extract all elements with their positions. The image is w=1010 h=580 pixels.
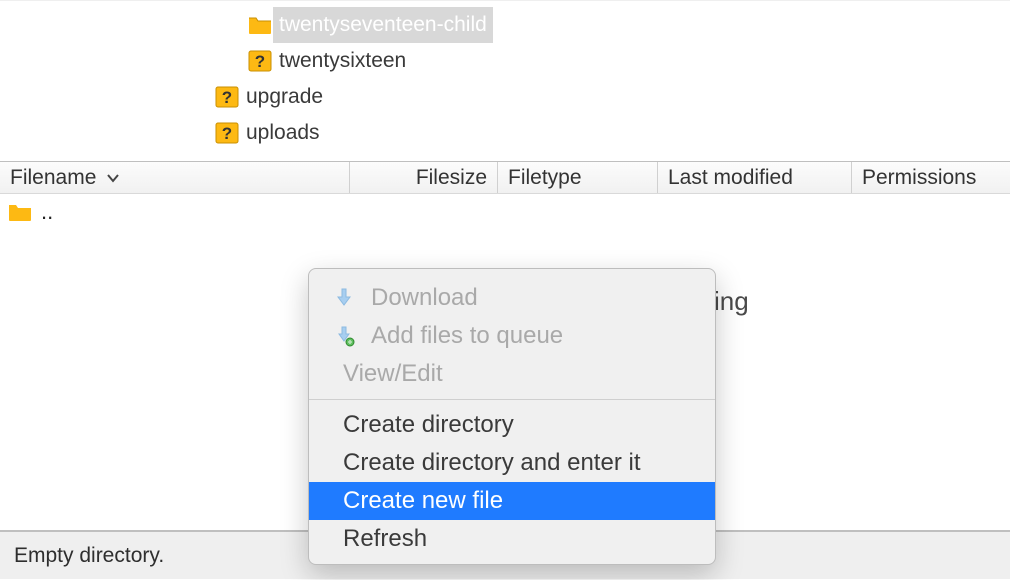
- svg-text:?: ?: [222, 88, 232, 107]
- column-header-filesize[interactable]: Filesize: [350, 162, 498, 193]
- menu-item-add-to-queue: Add files to queue: [309, 317, 715, 355]
- menu-label: Download: [371, 284, 478, 312]
- column-header-filename[interactable]: Filename: [0, 162, 350, 193]
- folder-tree: twentyseventeen-child ? twentysixteen ? …: [0, 0, 1010, 162]
- context-menu: Download Add files to queue View/Edit Cr…: [308, 268, 716, 565]
- folder-icon: [247, 13, 273, 37]
- parent-directory-row[interactable]: ..: [0, 194, 1010, 230]
- tree-item-twentysixteen[interactable]: ? twentysixteen: [247, 44, 406, 78]
- menu-label: Create new file: [343, 487, 503, 515]
- menu-item-view-edit: View/Edit: [309, 355, 715, 393]
- add-to-queue-icon: [333, 323, 361, 349]
- column-label: Filename: [10, 166, 96, 190]
- download-icon: [333, 285, 361, 311]
- unknown-folder-icon: ?: [214, 85, 240, 109]
- menu-separator: [309, 399, 715, 400]
- column-label: Filetype: [508, 166, 582, 190]
- column-label: Filesize: [416, 166, 487, 190]
- svg-text:?: ?: [222, 124, 232, 143]
- menu-label: Create directory: [343, 411, 514, 439]
- column-header-filetype[interactable]: Filetype: [498, 162, 658, 193]
- column-header-permissions[interactable]: Permissions: [852, 162, 1010, 193]
- tree-item-upgrade[interactable]: ? upgrade: [214, 80, 323, 114]
- unknown-folder-icon: ?: [214, 121, 240, 145]
- tree-item-label: upgrade: [240, 80, 323, 114]
- menu-item-download: Download: [309, 279, 715, 317]
- chevron-down-icon: [106, 171, 120, 185]
- menu-item-create-directory[interactable]: Create directory: [309, 406, 715, 444]
- menu-item-refresh[interactable]: Refresh: [309, 520, 715, 558]
- tree-item-twentyseventeen-child[interactable]: twentyseventeen-child: [247, 8, 493, 42]
- column-label: Permissions: [862, 166, 976, 190]
- status-text: Empty directory.: [14, 544, 164, 568]
- menu-label: Refresh: [343, 525, 427, 553]
- tree-item-label: uploads: [240, 116, 320, 150]
- menu-label: View/Edit: [343, 360, 443, 388]
- tree-item-label: twentyseventeen-child: [273, 7, 493, 43]
- menu-item-create-new-file[interactable]: Create new file: [309, 482, 715, 520]
- column-header-lastmodified[interactable]: Last modified: [658, 162, 852, 193]
- svg-text:?: ?: [255, 52, 265, 71]
- menu-label: Add files to queue: [371, 322, 563, 350]
- unknown-folder-icon: ?: [247, 49, 273, 73]
- menu-item-create-directory-enter[interactable]: Create directory and enter it: [309, 444, 715, 482]
- column-label: Last modified: [668, 166, 793, 190]
- parent-directory-label: ..: [33, 199, 53, 225]
- tree-item-label: twentysixteen: [273, 44, 406, 78]
- folder-icon: [7, 200, 33, 224]
- tree-item-uploads[interactable]: ? uploads: [214, 116, 320, 150]
- file-list-header: Filename Filesize Filetype Last modified…: [0, 162, 1010, 194]
- menu-label: Create directory and enter it: [343, 449, 640, 477]
